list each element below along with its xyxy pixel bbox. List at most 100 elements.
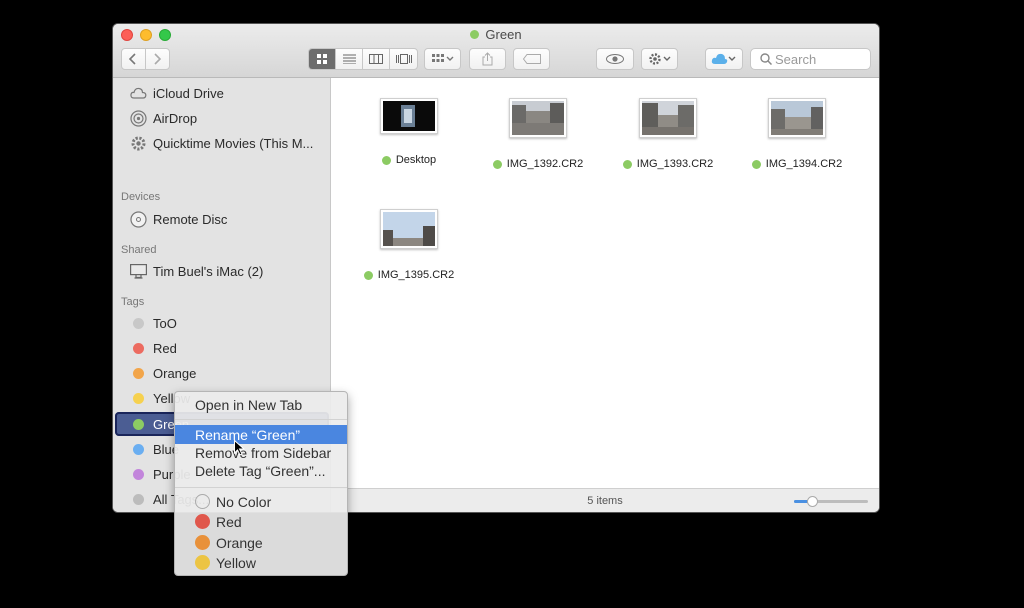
file-name: IMG_1395.CR2 xyxy=(345,269,473,281)
icon-view-icon xyxy=(317,54,327,64)
sidebar-item-airdrop[interactable]: AirDrop xyxy=(113,106,331,130)
share-button[interactable] xyxy=(469,48,506,70)
tag-color-dot xyxy=(130,390,147,407)
file-item-img-1392[interactable]: IMG_1392.CR2 xyxy=(474,98,602,170)
context-menu: Open in New Tab Rename “Green” Remove fr… xyxy=(174,391,348,576)
tag-dot xyxy=(751,159,761,169)
file-thumbnail xyxy=(380,98,438,134)
file-thumbnail xyxy=(639,98,697,138)
forward-button[interactable] xyxy=(146,49,169,69)
cloud-icon xyxy=(130,85,147,102)
color-dot xyxy=(195,535,210,550)
file-item-img-1393[interactable]: IMG_1393.CR2 xyxy=(604,98,732,170)
quick-look-button[interactable] xyxy=(596,48,634,70)
menu-item-open-in-new-tab[interactable]: Open in New Tab xyxy=(175,395,347,414)
file-name: IMG_1393.CR2 xyxy=(604,158,732,170)
file-name-text: IMG_1395.CR2 xyxy=(377,269,455,281)
tag-dot xyxy=(133,317,144,329)
sidebar-item-quicktime-movies[interactable]: Quicktime Movies (This M... xyxy=(113,131,331,155)
gear-icon xyxy=(130,135,147,152)
file-item-desktop[interactable]: Desktop xyxy=(345,98,473,166)
tag-icon xyxy=(522,54,541,64)
tags-header: Tags xyxy=(121,296,145,308)
share-icon xyxy=(482,52,493,66)
tag-dot xyxy=(133,392,144,404)
menu-color-label: Red xyxy=(216,513,242,530)
menu-separator xyxy=(175,419,347,420)
sidebar-item-remote-disc[interactable]: Remote Disc xyxy=(113,207,331,231)
arrange-button[interactable] xyxy=(424,48,461,70)
icon-size-slider-knob[interactable] xyxy=(807,496,818,507)
file-name: Desktop xyxy=(345,154,473,166)
tag-color-dot xyxy=(130,466,147,483)
search-icon xyxy=(760,53,772,65)
menu-color-no-color[interactable]: No Color xyxy=(195,492,345,511)
sidebar-tag-too[interactable]: ToO xyxy=(113,311,331,335)
icon-size-slider[interactable] xyxy=(794,496,868,507)
tag-color-dot xyxy=(130,365,147,382)
sidebar-item-label: Tim Buel's iMac (2) xyxy=(153,263,264,279)
tag-color-dot xyxy=(130,441,147,458)
icon-view-button[interactable] xyxy=(309,49,336,69)
arrange-icon xyxy=(431,54,453,62)
menu-color-label: Orange xyxy=(216,534,263,551)
menu-color-orange[interactable]: Orange xyxy=(195,533,345,552)
menu-color-label: No Color xyxy=(216,493,272,510)
sidebar-item-label: AirDrop xyxy=(153,110,198,126)
menu-item-rename[interactable]: Rename “Green” xyxy=(175,425,347,444)
disc-icon xyxy=(130,210,147,228)
tag-dot xyxy=(133,443,144,455)
file-name-text: IMG_1393.CR2 xyxy=(636,158,714,170)
menu-color-red[interactable]: Red xyxy=(195,512,345,531)
view-mode-control xyxy=(308,48,418,70)
tag-color-dot xyxy=(130,491,147,508)
sidebar-item-icloud-drive[interactable]: iCloud Drive xyxy=(113,81,331,105)
file-name: IMG_1392.CR2 xyxy=(474,158,602,170)
column-view-button[interactable] xyxy=(363,49,390,69)
tag-color-dot xyxy=(130,416,147,433)
action-button[interactable] xyxy=(641,48,678,70)
list-view-button[interactable] xyxy=(336,49,363,69)
no-color-icon xyxy=(195,494,210,509)
sidebar-item-imac[interactable]: Tim Buel's iMac (2) xyxy=(113,259,331,283)
tag-dot xyxy=(133,367,144,379)
window-tag-dot xyxy=(470,30,480,39)
tag-dot xyxy=(622,159,632,169)
sidebar-tag-orange[interactable]: Orange xyxy=(113,361,331,385)
color-dot xyxy=(195,514,210,529)
column-view-icon xyxy=(369,54,383,64)
search-field[interactable]: Search xyxy=(750,48,871,70)
back-button[interactable] xyxy=(122,49,146,69)
quick-look-icon xyxy=(606,54,624,64)
toolbar: Green Search xyxy=(113,24,879,78)
airdrop-icon xyxy=(130,109,147,127)
menu-color-label: Yellow xyxy=(216,554,256,571)
menu-separator xyxy=(175,487,347,488)
sidebar-item-label: Quicktime Movies (This M... xyxy=(153,135,314,151)
sidebar-tag-red[interactable]: Red xyxy=(113,336,331,360)
file-name-text: IMG_1394.CR2 xyxy=(765,158,843,170)
menu-item-delete-tag[interactable]: Delete Tag “Green”... xyxy=(175,461,347,480)
file-item-img-1395[interactable]: IMG_1395.CR2 xyxy=(345,209,473,281)
back-icon xyxy=(129,53,136,65)
icloud-button[interactable] xyxy=(705,48,743,70)
file-item-img-1394[interactable]: IMG_1394.CR2 xyxy=(733,98,861,170)
devices-header: Devices xyxy=(121,191,161,203)
cover-flow-view-button[interactable] xyxy=(390,49,417,69)
tag-dot xyxy=(492,159,502,169)
tag-button[interactable] xyxy=(513,48,550,70)
icloud-icon xyxy=(711,53,736,64)
window-title-text: Green xyxy=(485,27,522,42)
tag-dot xyxy=(381,155,391,165)
screen: Green Search iCloud Drive AirDrop Quickt… xyxy=(0,0,1024,608)
menu-item-remove-from-sidebar[interactable]: Remove from Sidebar xyxy=(175,443,347,462)
cover-flow-icon xyxy=(395,54,412,64)
sidebar-item-label: Remote Disc xyxy=(153,211,228,227)
search-placeholder: Search xyxy=(775,51,817,67)
menu-color-yellow[interactable]: Yellow xyxy=(195,553,345,572)
color-dot xyxy=(195,555,210,570)
sidebar-item-label: Red xyxy=(153,340,177,356)
nav-buttons xyxy=(121,48,170,70)
imac-icon xyxy=(130,263,147,280)
file-name-text: Desktop xyxy=(395,154,437,166)
